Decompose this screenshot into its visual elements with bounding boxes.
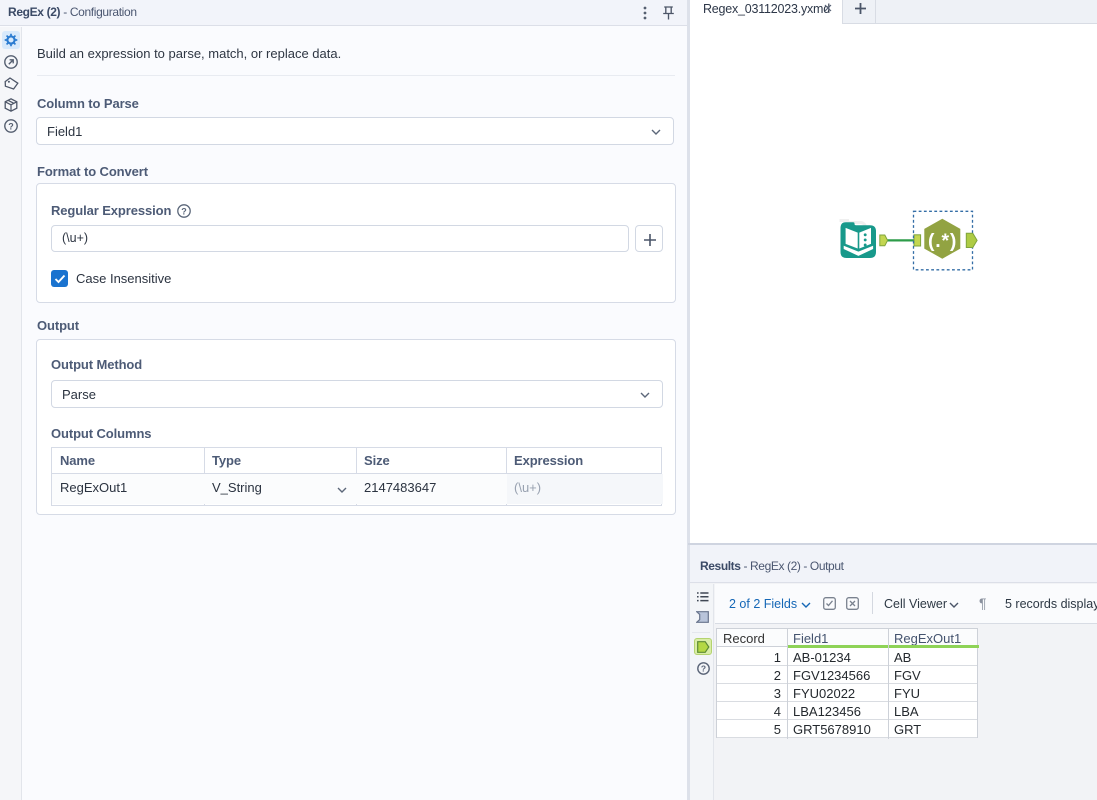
svg-text:(.*): (.*) [928,230,957,252]
svg-text:?: ? [8,121,14,131]
svg-text:?: ? [181,206,187,216]
svg-text:?: ? [700,664,705,674]
